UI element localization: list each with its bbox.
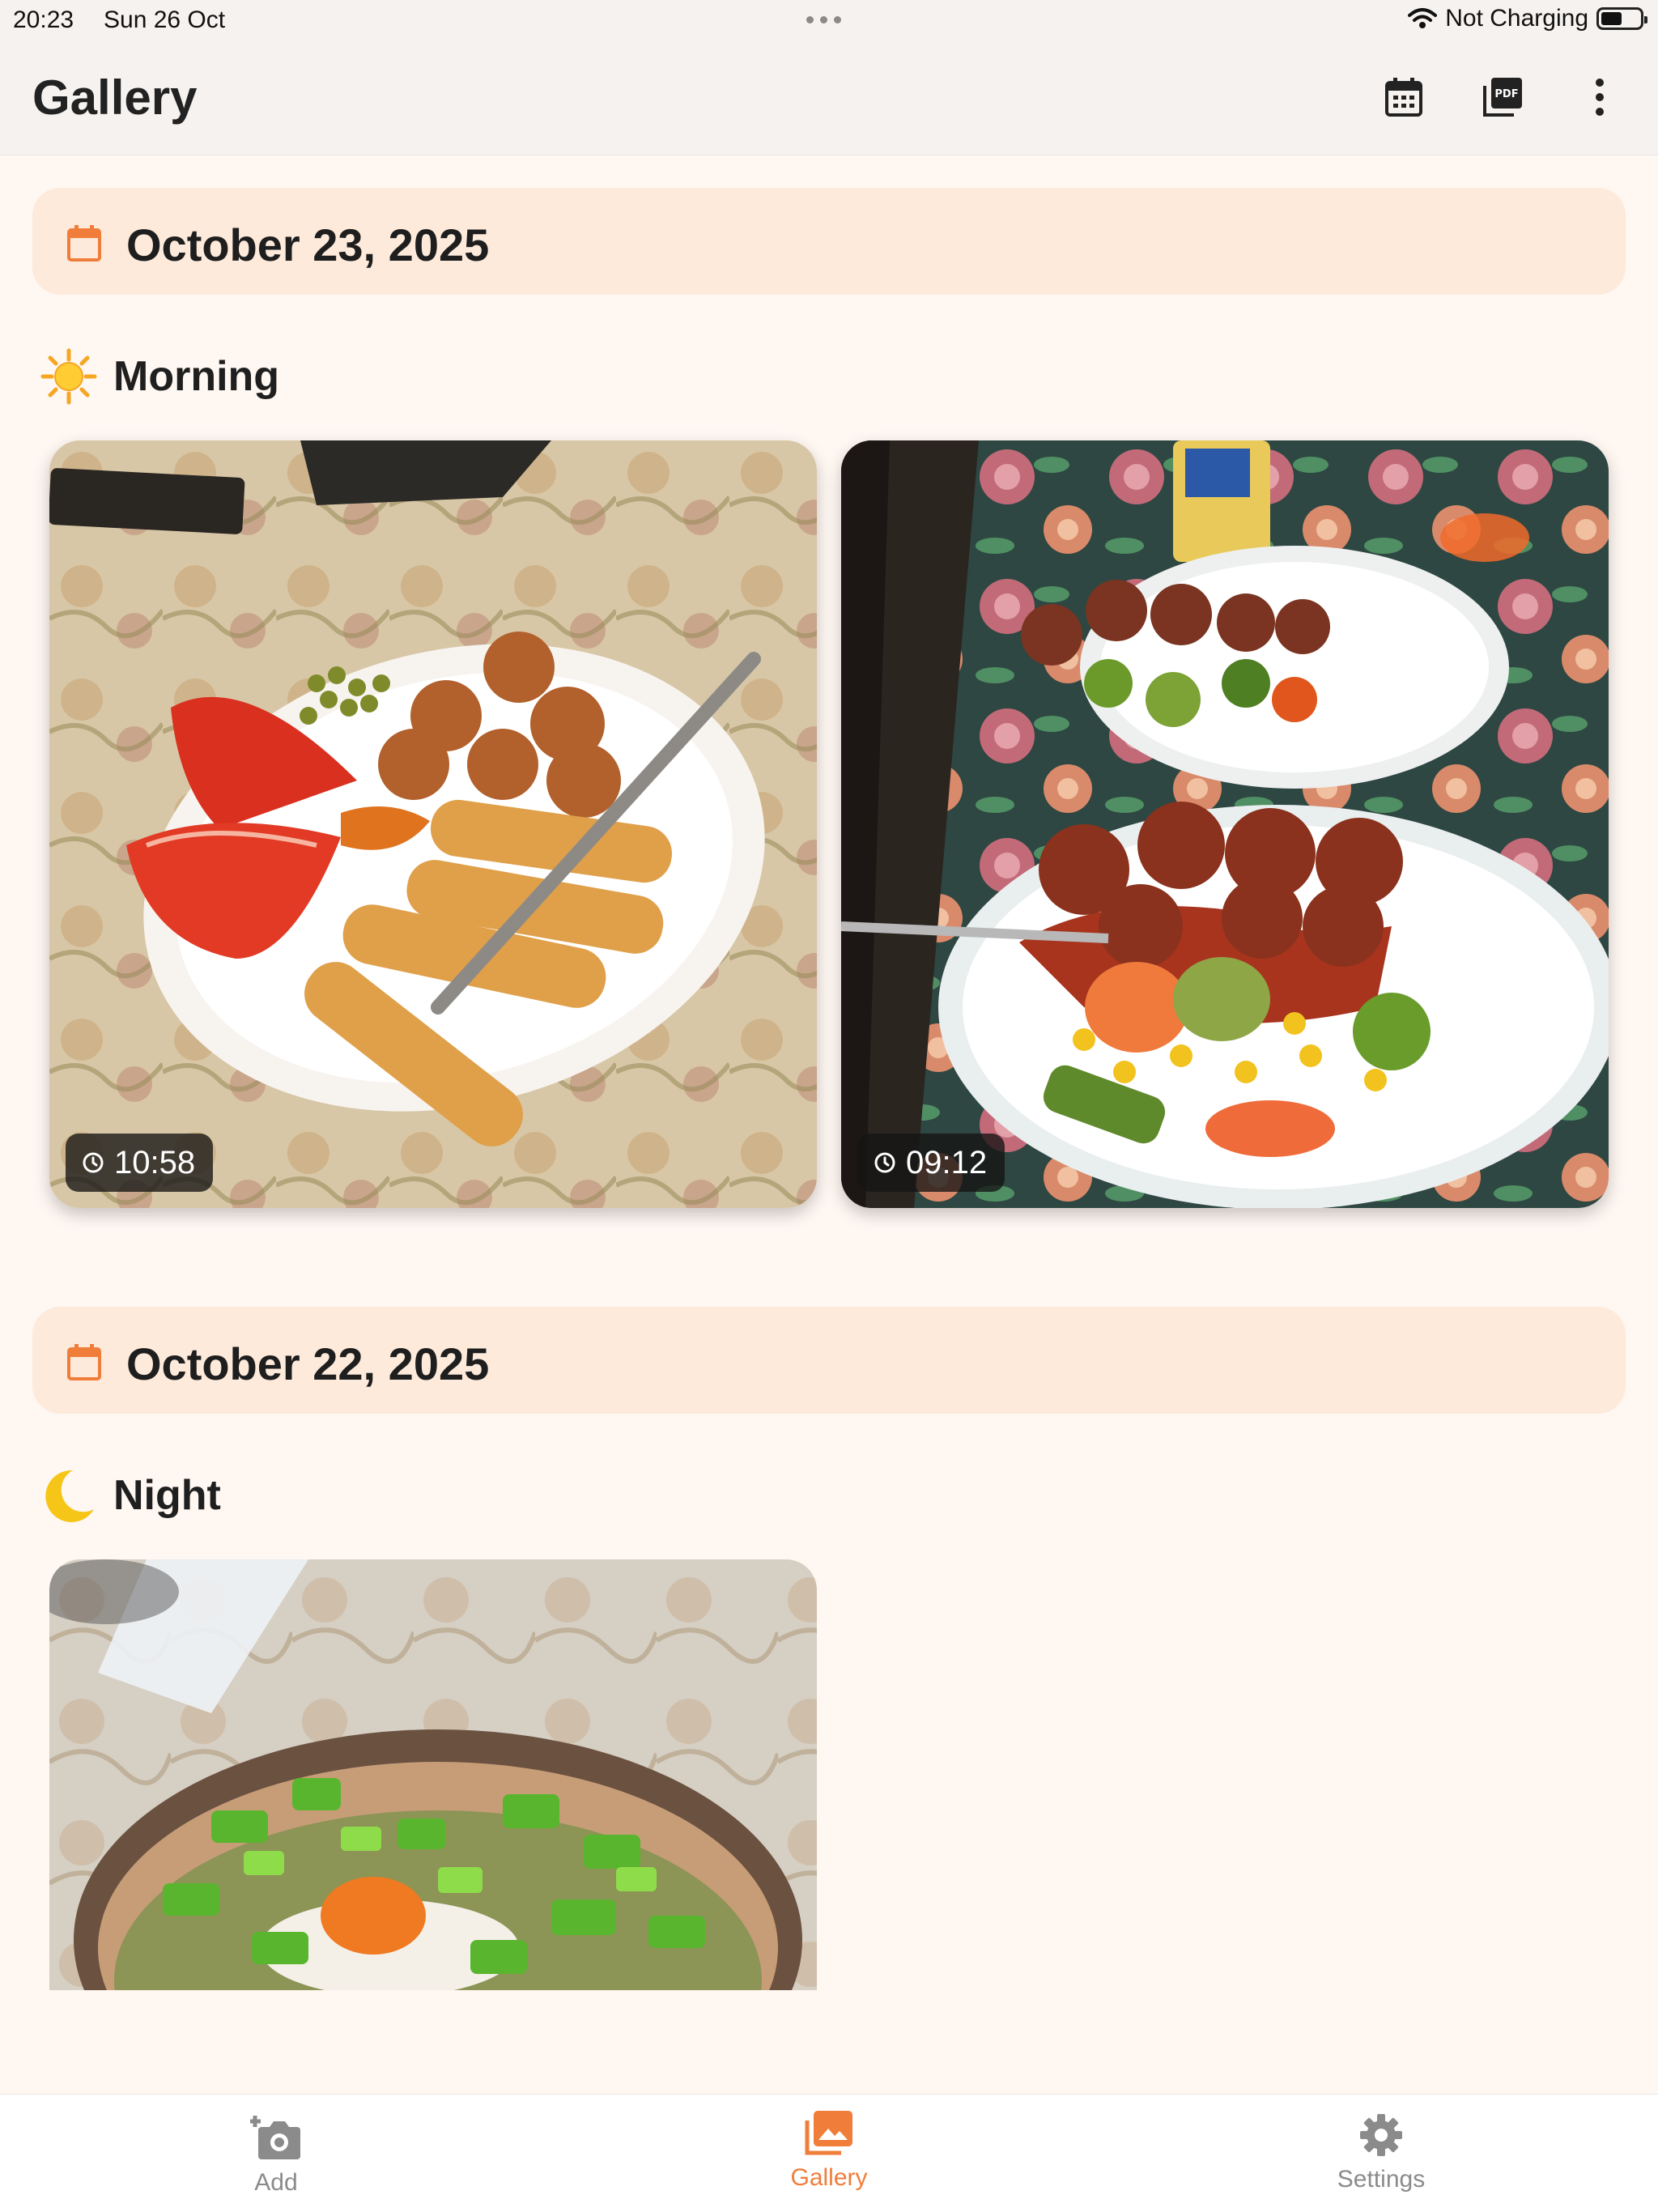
meal-photo-card[interactable]: 09:12 bbox=[841, 440, 1609, 1208]
multitasking-dots[interactable] bbox=[806, 16, 841, 23]
page-title: Gallery bbox=[32, 70, 198, 125]
wifi-icon bbox=[1408, 8, 1438, 28]
date-title: October 23, 2025 bbox=[126, 219, 490, 270]
add-photo-icon bbox=[250, 2116, 300, 2159]
meal-label: Night bbox=[113, 1472, 221, 1519]
charging-status: Not Charging bbox=[1445, 5, 1588, 32]
photo-time: 10:58 bbox=[114, 1144, 196, 1180]
food-photo bbox=[49, 1559, 817, 1990]
battery-icon bbox=[1596, 7, 1647, 30]
tab-label: Add bbox=[254, 2169, 298, 2196]
clock-icon bbox=[83, 1152, 104, 1173]
photo-time: 09:12 bbox=[906, 1144, 988, 1180]
calendar-icon bbox=[1385, 78, 1422, 117]
tab-settings[interactable]: Settings bbox=[1292, 2112, 1470, 2193]
calendar-button[interactable] bbox=[1378, 71, 1430, 123]
meal-section-header: Night bbox=[40, 1467, 221, 1524]
calendar-icon bbox=[67, 1344, 101, 1380]
status-time: 20:23 bbox=[13, 6, 74, 33]
gallery-icon bbox=[805, 2111, 852, 2155]
svg-text:PDF: PDF bbox=[1494, 88, 1518, 100]
meal-photo-card[interactable]: 10:58 bbox=[49, 440, 817, 1208]
clock-icon bbox=[874, 1152, 895, 1173]
meal-section-header: Morning bbox=[40, 348, 279, 405]
date-title: October 22, 2025 bbox=[126, 1338, 490, 1389]
app-bar: Gallery PDF bbox=[0, 39, 1658, 155]
status-date: Sun 26 Oct bbox=[104, 6, 226, 33]
tab-label: Settings bbox=[1337, 2166, 1426, 2193]
tab-add[interactable]: Add bbox=[187, 2112, 365, 2197]
more-vert-icon bbox=[1596, 79, 1604, 116]
status-bar: 20:23 Sun 26 Oct Not Charging bbox=[0, 0, 1658, 39]
meal-label: Morning bbox=[113, 353, 280, 400]
export-pdf-button[interactable]: PDF bbox=[1477, 71, 1528, 123]
screen: 20:23 Sun 26 Oct Not Charging Gallery PD… bbox=[0, 0, 1658, 2212]
date-header: October 22, 2025 bbox=[32, 1307, 1626, 1414]
food-photo bbox=[49, 440, 817, 1208]
tab-label: Gallery bbox=[790, 2164, 868, 2191]
time-chip: 09:12 bbox=[857, 1134, 1005, 1192]
gear-icon bbox=[1360, 2114, 1402, 2156]
more-options-button[interactable] bbox=[1574, 71, 1626, 123]
time-chip: 10:58 bbox=[66, 1134, 214, 1192]
tab-gallery[interactable]: Gallery bbox=[740, 2109, 918, 2192]
bottom-tab-bar: Add Gallery Settings bbox=[0, 2094, 1658, 2212]
status-right: Not Charging bbox=[1408, 5, 1647, 32]
calendar-icon bbox=[67, 225, 101, 262]
meal-photo-card[interactable] bbox=[49, 1559, 817, 1990]
moon-icon bbox=[45, 1470, 94, 1522]
sun-icon bbox=[40, 348, 97, 405]
pdf-icon: PDF bbox=[1483, 78, 1522, 117]
date-header: October 23, 2025 bbox=[32, 188, 1626, 295]
food-photo bbox=[841, 440, 1609, 1208]
